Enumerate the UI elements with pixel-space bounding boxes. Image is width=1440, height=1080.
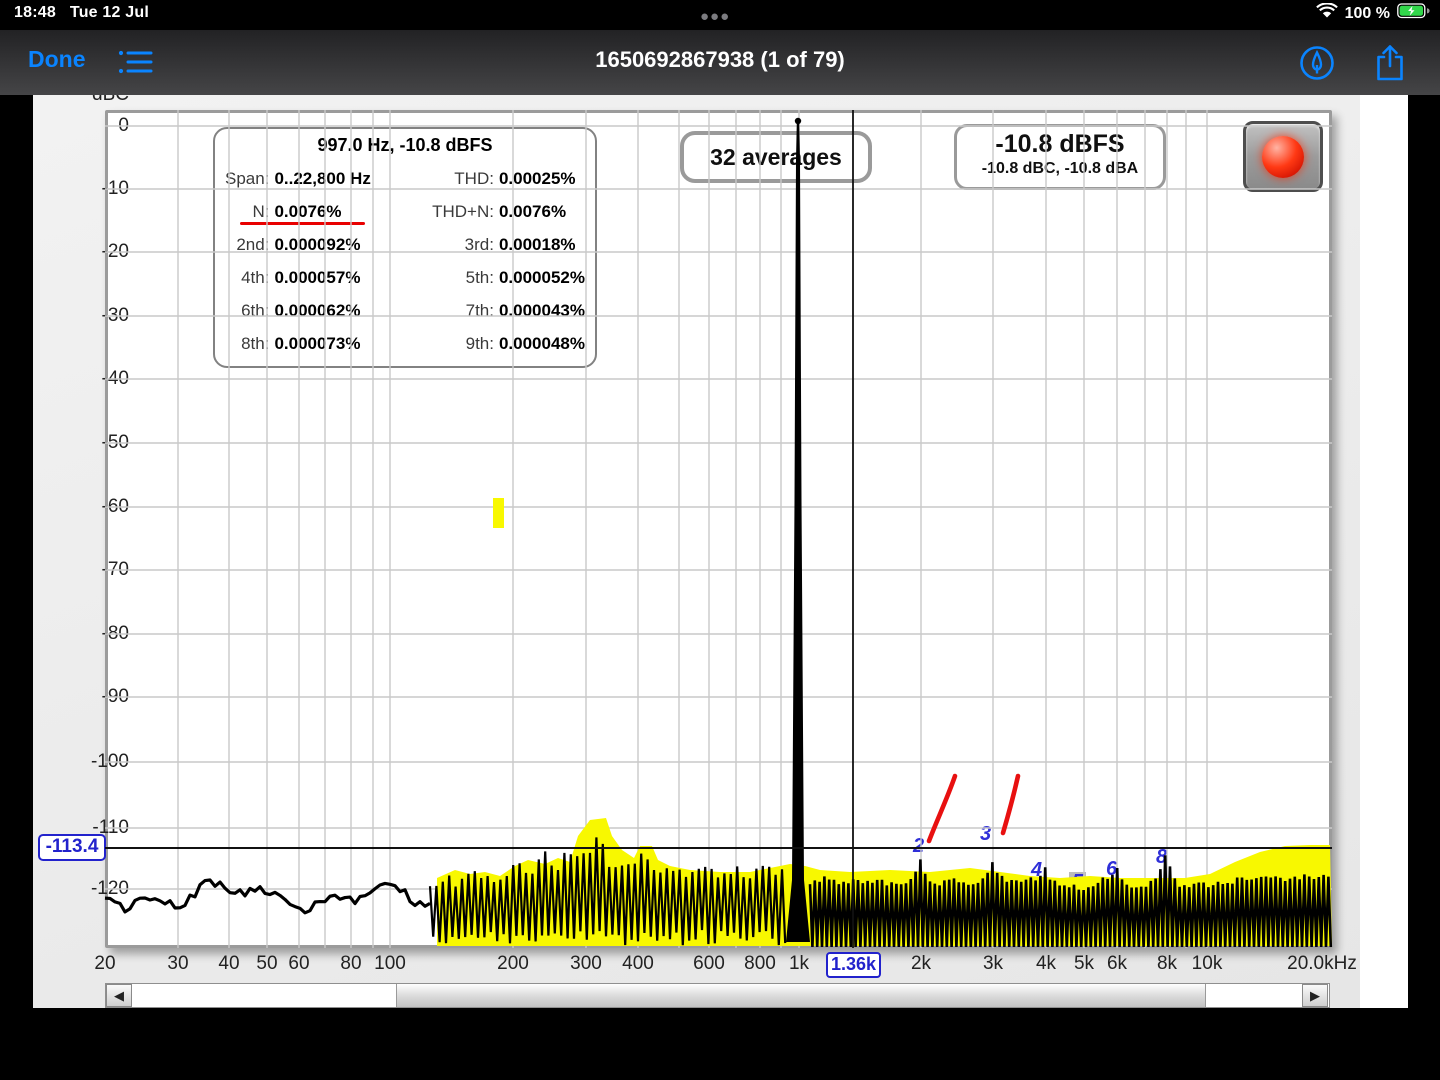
status-bar: 18:48 Tue 12 Jul ●●● 100 % — [0, 0, 1440, 30]
document-title: 1650692867938 (1 of 79) — [0, 47, 1440, 73]
viewer-right-margin — [1360, 95, 1408, 1008]
status-time-date: 18:48 Tue 12 Jul — [14, 4, 149, 22]
battery-percent: 100 % — [1345, 5, 1390, 23]
battery-charging-icon — [1397, 3, 1430, 24]
wifi-icon — [1316, 3, 1338, 24]
share-icon[interactable] — [1373, 44, 1407, 89]
markup-pen-icon[interactable] — [1299, 45, 1335, 86]
clock: 18:48 — [14, 4, 56, 21]
screen: 18:48 Tue 12 Jul ●●● 100 % Done 165069286… — [0, 0, 1440, 1080]
analyzer-screenshot[interactable]: dBC 0-10-20-30-40-50-60-70-80-90-100-110… — [33, 95, 1360, 1008]
nav-bar: Done 1650692867938 (1 of 79) — [0, 30, 1440, 95]
status-date: Tue 12 Jul — [70, 4, 149, 21]
multitask-dots-icon[interactable]: ●●● — [700, 8, 730, 25]
spectrum-plot — [33, 95, 1360, 1008]
